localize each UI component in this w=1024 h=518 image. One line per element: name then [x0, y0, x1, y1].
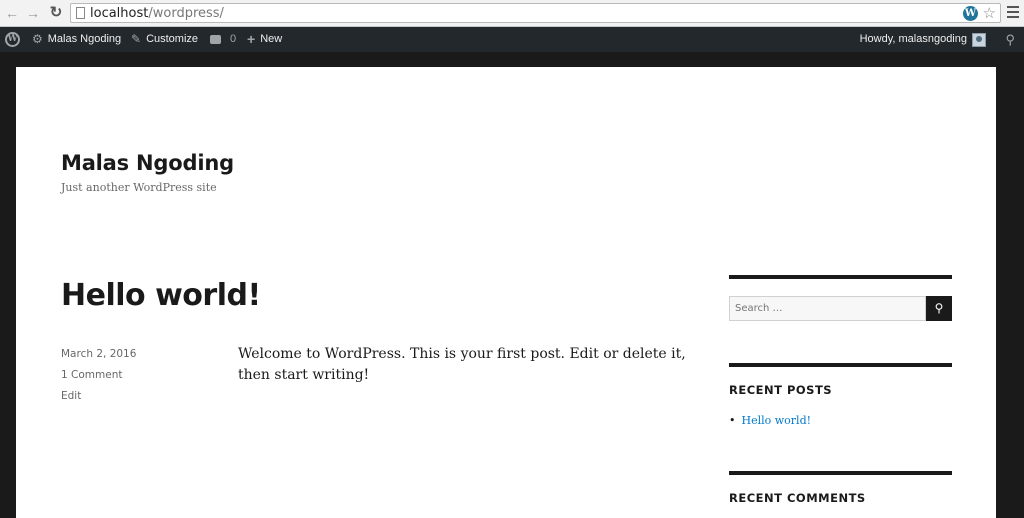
url-path: /wordpress/ [148, 6, 224, 21]
adminbar-search-icon[interactable]: ⚲ [1005, 27, 1015, 52]
paintbrush-icon: ✎ [131, 32, 142, 46]
post-date[interactable]: March 2, 2016 [61, 348, 136, 360]
comments-count: 0 [230, 33, 237, 45]
reload-icon[interactable]: ↻ [47, 4, 65, 22]
bookmark-star-icon[interactable]: ☆ [983, 4, 996, 22]
browser-menu-icon[interactable] [1007, 6, 1019, 21]
wp-admin-bar: W ⚙ Malas Ngoding ✎ Customize 0 + New Ho… [0, 27, 1024, 52]
site-page: Malas Ngoding Just another WordPress sit… [16, 67, 996, 518]
post-title[interactable]: Hello world! [61, 278, 261, 313]
search-input[interactable] [729, 296, 926, 321]
avatar [972, 32, 986, 47]
forward-arrow-icon[interactable]: → [24, 4, 42, 22]
plus-icon: + [247, 31, 256, 47]
new-content-menu[interactable]: + New [247, 27, 282, 52]
dashboard-icon: ⚙ [32, 32, 43, 46]
customize-menu[interactable]: ✎ Customize [131, 27, 198, 52]
browser-toolbar: ← → ↻ localhost/wordpress/ W ☆ [0, 0, 1024, 27]
page-icon [76, 7, 85, 19]
widget-divider [729, 275, 952, 279]
site-title[interactable]: Malas Ngoding [61, 151, 234, 175]
new-label: New [260, 33, 283, 45]
address-bar[interactable]: localhost/wordpress/ W ☆ [70, 3, 1001, 23]
comment-icon [210, 35, 221, 44]
url-host: localhost [90, 6, 149, 21]
search-button[interactable]: ⚲ [926, 296, 952, 321]
widget-divider [729, 471, 952, 475]
wordpress-logo-icon: W [5, 32, 20, 47]
widget-divider [729, 363, 952, 367]
post-edit-link[interactable]: Edit [61, 390, 81, 402]
howdy-label: Howdy, malasngoding [859, 33, 967, 45]
back-arrow-icon[interactable]: ← [3, 4, 21, 22]
url-text[interactable]: localhost/wordpress/ [90, 6, 224, 21]
site-name-label: Malas Ngoding [47, 33, 122, 45]
post-content: Welcome to WordPress. This is your first… [238, 346, 686, 383]
recent-post-link[interactable]: Hello world! [729, 414, 812, 427]
wp-logo-menu[interactable]: W [5, 27, 20, 52]
comments-menu[interactable]: 0 [210, 27, 236, 52]
customize-label: Customize [146, 33, 199, 45]
recent-comments-title: RECENT COMMENTS [729, 491, 866, 505]
recent-posts-title: RECENT POSTS [729, 383, 833, 397]
search-icon: ⚲ [934, 301, 944, 315]
post-comments-link[interactable]: 1 Comment [61, 369, 122, 381]
wordpress-extension-icon[interactable]: W [963, 6, 978, 21]
user-account-menu[interactable]: Howdy, malasngoding [860, 27, 986, 52]
site-name-menu[interactable]: ⚙ Malas Ngoding [32, 27, 121, 52]
site-description: Just another WordPress site [61, 181, 217, 194]
